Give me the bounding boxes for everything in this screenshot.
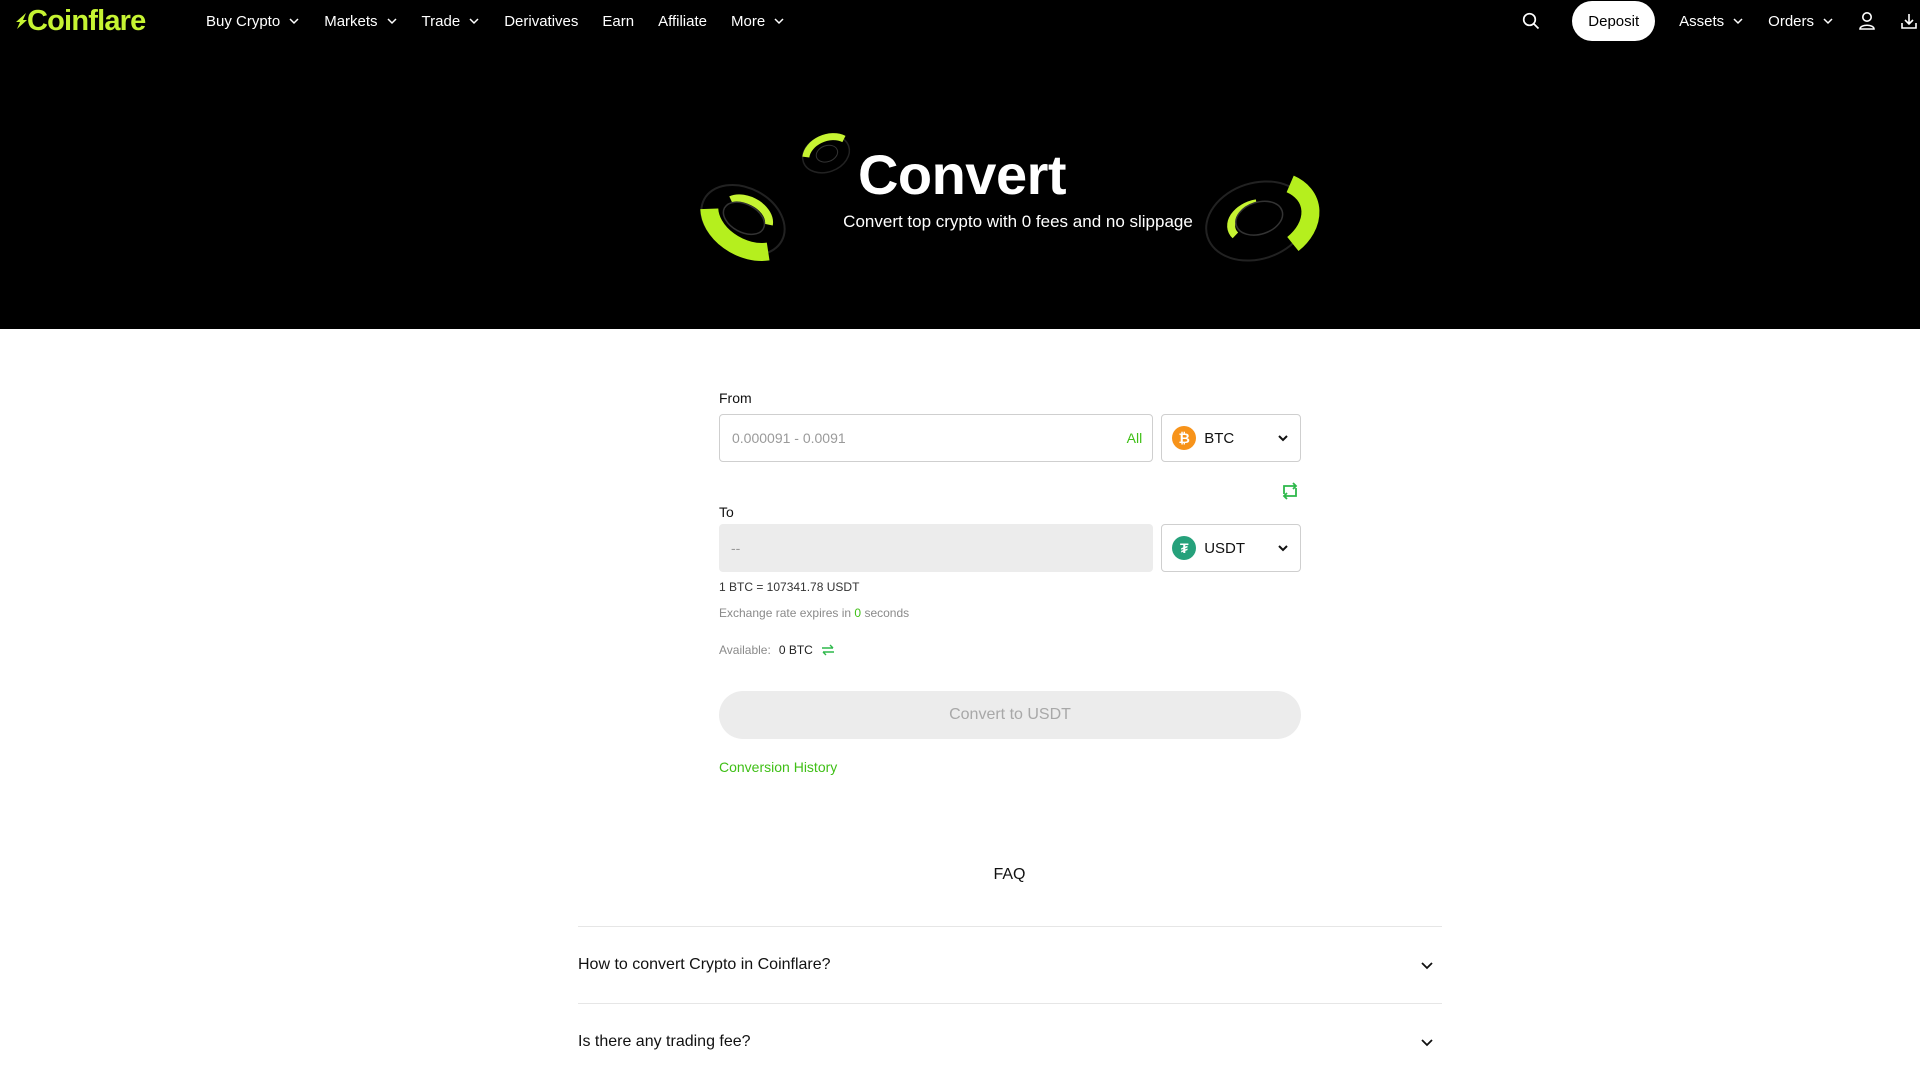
user-icon <box>1859 12 1875 30</box>
from-amount-input[interactable]: 0.000091 - 0.0091 All <box>719 414 1154 462</box>
to-coin-select[interactable]: ₮ USDT <box>1161 524 1301 572</box>
faq-question: Is there any trading fee? <box>578 1033 751 1050</box>
chevron-down-icon <box>1733 18 1743 25</box>
from-row: 0.000091 - 0.0091 All ₿ BTC <box>719 414 1301 462</box>
chevron-down-icon <box>1421 962 1433 970</box>
convert-form: From 0.000091 - 0.0091 All ₿ BTC To -- ₮… <box>719 390 1301 777</box>
tether-icon: ₮ <box>1172 536 1197 560</box>
faq-item[interactable]: Is there any trading fee? <box>578 1003 1442 1080</box>
chevron-down-icon <box>1278 545 1288 552</box>
all-button[interactable]: All <box>1127 430 1143 446</box>
logo-mark-icon <box>14 7 28 35</box>
main-menu: Buy Crypto Markets Trade Derivatives Ear… <box>206 0 809 42</box>
faq-item[interactable]: How to convert Crypto in Coinflare? <box>578 926 1442 1003</box>
nav-trade[interactable]: Trade <box>422 13 481 30</box>
download-icon <box>1901 14 1917 29</box>
account-button[interactable] <box>1858 11 1876 31</box>
nav-label: Assets <box>1679 12 1725 30</box>
bitcoin-icon: ₿ <box>1172 426 1197 450</box>
available-label: Available: <box>719 643 771 657</box>
nav-assets[interactable]: Assets <box>1679 13 1744 30</box>
coinflare-logo[interactable]: Coinflare <box>14 4 146 38</box>
chevron-down-icon <box>1823 18 1833 25</box>
nav-label: Orders <box>1768 12 1814 30</box>
hero-banner: Convert Convert top crypto with 0 fees a… <box>0 42 1920 329</box>
faq-list: How to convert Crypto in Coinflare? Is t… <box>578 926 1442 1080</box>
chevron-down-icon <box>289 18 299 25</box>
nav-label: Affiliate <box>658 12 707 30</box>
conversion-history-link[interactable]: Conversion History <box>719 759 837 775</box>
to-amount-field: -- <box>719 524 1154 572</box>
rate-expiry-suffix: seconds <box>864 606 910 620</box>
from-amount-placeholder: 0.000091 - 0.0091 <box>732 430 846 446</box>
to-coin-name: USDT <box>1204 539 1246 557</box>
from-label: From <box>719 390 752 406</box>
page-subtitle: Convert top crypto with 0 fees and no sl… <box>0 212 1920 232</box>
convert-button[interactable]: Convert to USDT <box>719 691 1301 739</box>
top-nav: Coinflare Buy Crypto Markets Trade Deriv… <box>0 0 1920 42</box>
logo-text: Coinflare <box>27 4 146 37</box>
nav-more[interactable]: More <box>731 13 785 30</box>
rate-expiry-seconds: 0 <box>854 606 862 620</box>
swap-direction-icon[interactable] <box>1279 480 1301 502</box>
to-row: -- ₮ USDT <box>719 524 1301 572</box>
nav-label: Derivatives <box>504 12 579 30</box>
nav-affiliate[interactable]: Affiliate <box>658 13 707 30</box>
nav-label: More <box>730 12 766 30</box>
transfer-icon[interactable] <box>821 644 835 656</box>
to-amount-placeholder: -- <box>731 540 741 556</box>
chevron-down-icon <box>1278 435 1288 442</box>
rate-expiry-prefix: Exchange rate expires in <box>719 606 852 620</box>
from-coin-name: BTC <box>1204 429 1235 447</box>
nav-label: Trade <box>421 12 461 30</box>
download-app-button[interactable] <box>1900 12 1918 30</box>
nav-orders[interactable]: Orders <box>1768 13 1834 30</box>
page-title-text: Convert <box>857 143 1067 206</box>
available-value: 0 BTC <box>778 643 813 657</box>
chevron-down-icon <box>774 18 784 25</box>
to-label: To <box>719 504 734 520</box>
page-subtitle-text: Convert top crypto with 0 fees and no sl… <box>843 212 1193 231</box>
nav-label: Earn <box>602 12 635 30</box>
search-button[interactable] <box>1522 12 1540 30</box>
nav-earn[interactable]: Earn <box>602 13 634 30</box>
nav-label: Buy Crypto <box>206 12 281 30</box>
exchange-rate: 1 BTC = 107341.78 USDT <box>719 580 860 594</box>
rate-expiry: Exchange rate expires in 0 seconds <box>719 606 1301 620</box>
nav-label: Markets <box>324 12 378 30</box>
chevron-down-icon <box>1421 1039 1433 1047</box>
page-title: Convert <box>0 142 1920 207</box>
deposit-button[interactable]: Deposit <box>1572 1 1656 41</box>
faq-question: How to convert Crypto in Coinflare? <box>578 956 831 973</box>
faq-title: FAQ <box>993 866 1026 883</box>
chevron-down-icon <box>387 18 397 25</box>
nav-markets[interactable]: Markets <box>324 13 397 30</box>
nav-buy-crypto[interactable]: Buy Crypto <box>206 13 300 30</box>
chevron-down-icon <box>469 18 479 25</box>
available-balance: Available: 0 BTC <box>719 643 1301 657</box>
nav-derivatives[interactable]: Derivatives <box>504 13 578 30</box>
nav-right: Deposit Assets Orders <box>1522 0 1920 42</box>
search-icon <box>1523 12 1540 30</box>
from-coin-select[interactable]: ₿ BTC <box>1161 414 1301 462</box>
